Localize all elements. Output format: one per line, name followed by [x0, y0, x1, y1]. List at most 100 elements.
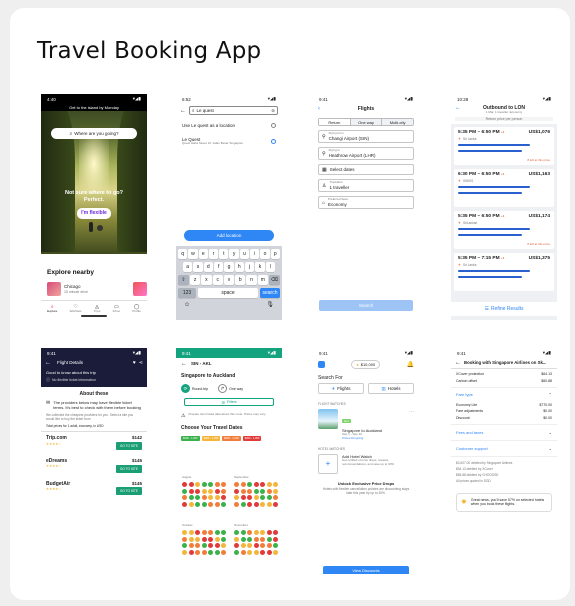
calendar-day[interactable]	[260, 501, 265, 507]
calendar-day[interactable]	[188, 488, 194, 494]
calendar-day[interactable]	[182, 536, 187, 542]
calendar-day[interactable]	[188, 543, 194, 548]
key-q[interactable]: q	[178, 249, 188, 259]
key-numbers[interactable]: 123	[178, 288, 196, 298]
key-r[interactable]: r	[208, 249, 219, 259]
calendar-day[interactable]	[188, 501, 194, 507]
calendar-day[interactable]	[188, 549, 194, 555]
key-p[interactable]: p	[270, 249, 280, 259]
key-d[interactable]: d	[203, 262, 213, 272]
calendar-day[interactable]	[221, 549, 226, 555]
calendar-day[interactable]	[253, 536, 259, 542]
radio-selected-icon[interactable]	[271, 138, 276, 144]
calendar-day[interactable]	[208, 482, 213, 487]
calendar-day[interactable]	[234, 501, 239, 507]
calendar-day[interactable]	[273, 543, 278, 548]
calendar-day[interactable]	[188, 495, 194, 500]
flights-button[interactable]: ✈ Flights	[318, 383, 364, 395]
calendar-day[interactable]	[266, 543, 272, 548]
key-x[interactable]: x	[201, 275, 212, 285]
calendar-day[interactable]	[240, 530, 246, 535]
key-h[interactable]: h	[234, 262, 244, 272]
trip-type-oneway[interactable]: One way	[350, 119, 383, 125]
calendar-day[interactable]	[240, 488, 246, 494]
calendar-day[interactable]	[234, 536, 239, 542]
calendar-day[interactable]	[208, 536, 213, 542]
hotels-button[interactable]: ▥ Hotels	[368, 383, 414, 395]
microphone-icon[interactable]: 🎙	[266, 301, 274, 308]
calendar-day[interactable]	[266, 488, 272, 494]
clear-icon[interactable]: ⊗	[271, 108, 275, 114]
calendar-day[interactable]	[266, 482, 272, 487]
search-input[interactable]: ⌕ Le quest ⊗	[189, 106, 278, 115]
flexible-button[interactable]: I'm flexible	[77, 208, 111, 219]
calendar-day[interactable]	[253, 501, 259, 507]
flight-card[interactable]: 5:35 PM – 6:50 PM +1 US$1,174 ✈ SriLankan…	[454, 211, 554, 250]
calendar-day[interactable]	[273, 488, 278, 494]
calendar-day[interactable]	[260, 495, 265, 500]
calendar-day[interactable]	[234, 482, 239, 487]
flight-watch-card[interactable]: Hot Singapore to Auckland Sep 1 - Sep 10…	[313, 409, 419, 441]
calendar-day[interactable]	[188, 536, 194, 542]
calendar-day[interactable]	[266, 536, 272, 542]
calendar-day[interactable]	[195, 482, 200, 487]
one-way-toggle[interactable]: ↱ One way	[218, 384, 243, 394]
key-w[interactable]: w	[188, 249, 198, 259]
calendar-day[interactable]	[221, 543, 226, 548]
add-location-button[interactable]: Add location	[184, 230, 274, 241]
calendar-day[interactable]	[221, 488, 226, 494]
more-icon[interactable]: ⋯	[409, 409, 414, 415]
calendar-day[interactable]	[253, 495, 259, 500]
bell-icon[interactable]: 🔔	[407, 361, 414, 368]
refine-results-button[interactable]: ☰ Refine Results	[451, 302, 557, 316]
calendar-day[interactable]	[260, 543, 265, 548]
calendar-day[interactable]	[201, 549, 207, 555]
back-arrow-icon[interactable]: ←	[181, 361, 187, 367]
calendar-day[interactable]	[221, 501, 226, 507]
calendar-day[interactable]	[221, 530, 226, 535]
key-b[interactable]: b	[235, 275, 246, 285]
flight-card[interactable]: 5:35 PM – 7:15 PM +1 US$1,375 ✈ Sri Lanka	[454, 253, 554, 292]
calendar-day[interactable]	[195, 530, 200, 535]
key-l[interactable]: l	[265, 262, 275, 272]
key-space[interactable]: space	[198, 288, 258, 298]
key-f[interactable]: f	[213, 262, 224, 272]
key-m[interactable]: m	[257, 275, 268, 285]
calendar-day[interactable]	[195, 549, 200, 555]
calendar-day[interactable]	[247, 543, 252, 548]
calendar-day[interactable]	[247, 530, 252, 535]
add-hotel-watch[interactable]: + Add Hotel Watch Get notified of price …	[313, 453, 419, 474]
calendar-day[interactable]	[182, 549, 187, 555]
calendar-day[interactable]	[188, 530, 194, 535]
calendar-day[interactable]	[214, 536, 220, 542]
key-s[interactable]: s	[193, 262, 203, 272]
key-i[interactable]: i	[250, 249, 260, 259]
calendar-day[interactable]	[195, 488, 200, 494]
calendar-day[interactable]	[234, 495, 239, 500]
key-u[interactable]: u	[239, 249, 250, 259]
key-t[interactable]: t	[219, 249, 229, 259]
key-e[interactable]: e	[198, 249, 208, 259]
calendar-day[interactable]	[253, 482, 259, 487]
calendar-day[interactable]	[201, 488, 207, 494]
calendar-day[interactable]	[247, 482, 252, 487]
calendar-day[interactable]	[195, 501, 200, 507]
calendar-day[interactable]	[214, 530, 220, 535]
calendar-day[interactable]	[240, 543, 246, 548]
calendar-day[interactable]	[240, 536, 246, 542]
calendar-day[interactable]	[214, 543, 220, 548]
key-z[interactable]: z	[190, 275, 201, 285]
calendar-day[interactable]	[182, 482, 187, 487]
calendar-day[interactable]	[266, 501, 272, 507]
calendar-day[interactable]	[182, 543, 187, 548]
view-discounts-button[interactable]: View Discounts	[323, 566, 409, 574]
key-backspace[interactable]: ⌫	[268, 275, 280, 285]
calendar-day[interactable]	[240, 495, 246, 500]
calendar-day[interactable]	[234, 488, 239, 494]
nearby-item[interactable]: Chicago 15 minute drive	[47, 282, 88, 296]
calendar-day[interactable]	[182, 530, 187, 535]
calendar-day[interactable]	[253, 530, 259, 535]
calendar-day[interactable]	[266, 549, 272, 555]
calendar-day[interactable]	[253, 543, 259, 548]
calendar-day[interactable]	[195, 543, 200, 548]
